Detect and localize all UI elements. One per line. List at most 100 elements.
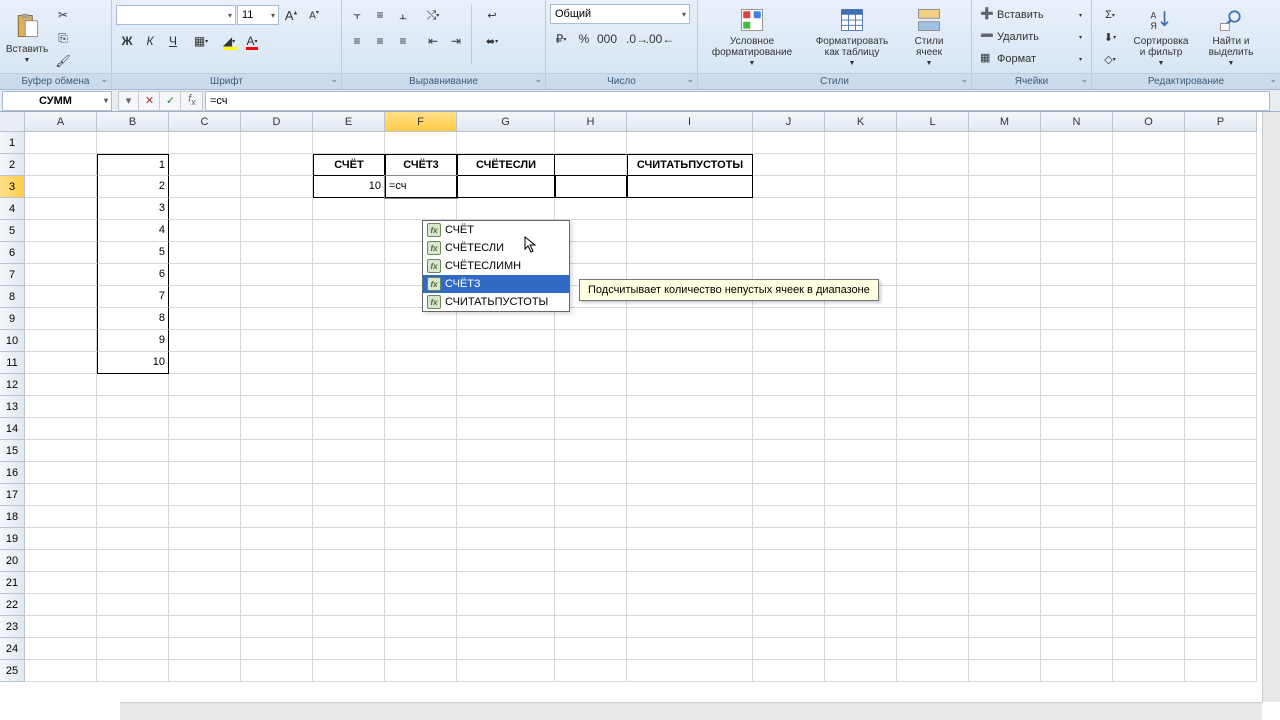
cell-P6[interactable] bbox=[1185, 242, 1257, 264]
cell-F17[interactable] bbox=[385, 484, 457, 506]
cell-M2[interactable] bbox=[969, 154, 1041, 176]
cell-D24[interactable] bbox=[241, 638, 313, 660]
cell-O13[interactable] bbox=[1113, 396, 1185, 418]
cell-L7[interactable] bbox=[897, 264, 969, 286]
cell-A15[interactable] bbox=[25, 440, 97, 462]
cell-J5[interactable] bbox=[753, 220, 825, 242]
cell-J24[interactable] bbox=[753, 638, 825, 660]
cell-P23[interactable] bbox=[1185, 616, 1257, 638]
cell-O10[interactable] bbox=[1113, 330, 1185, 352]
font-size-combo[interactable]: 11 bbox=[237, 5, 279, 25]
cell-B22[interactable] bbox=[97, 594, 169, 616]
cell-N23[interactable] bbox=[1041, 616, 1113, 638]
cell-H17[interactable] bbox=[555, 484, 627, 506]
cell-M3[interactable] bbox=[969, 176, 1041, 198]
autocomplete-item-СЧЁТ[interactable]: fxСЧЁТ bbox=[423, 221, 569, 239]
cell-E21[interactable] bbox=[313, 572, 385, 594]
cell-C18[interactable] bbox=[169, 506, 241, 528]
cell-P22[interactable] bbox=[1185, 594, 1257, 616]
cell-N18[interactable] bbox=[1041, 506, 1113, 528]
orientation-button[interactable]: ⤭▾ bbox=[422, 4, 444, 26]
decrease-decimal-button[interactable]: .00← bbox=[649, 28, 671, 50]
cell-C23[interactable] bbox=[169, 616, 241, 638]
cell-E15[interactable] bbox=[313, 440, 385, 462]
cell-M9[interactable] bbox=[969, 308, 1041, 330]
cell-L9[interactable] bbox=[897, 308, 969, 330]
cell-G24[interactable] bbox=[457, 638, 555, 660]
cell-E14[interactable] bbox=[313, 418, 385, 440]
bold-button[interactable]: Ж bbox=[116, 30, 138, 52]
cell-F12[interactable] bbox=[385, 374, 457, 396]
cell-D7[interactable] bbox=[241, 264, 313, 286]
cell-F18[interactable] bbox=[385, 506, 457, 528]
cell-J1[interactable] bbox=[753, 132, 825, 154]
cell-L14[interactable] bbox=[897, 418, 969, 440]
cell-D15[interactable] bbox=[241, 440, 313, 462]
cell-G25[interactable] bbox=[457, 660, 555, 682]
cell-H18[interactable] bbox=[555, 506, 627, 528]
cell-A1[interactable] bbox=[25, 132, 97, 154]
cell-A25[interactable] bbox=[25, 660, 97, 682]
row-header-18[interactable]: 18 bbox=[0, 506, 25, 528]
cell-C14[interactable] bbox=[169, 418, 241, 440]
cell-O20[interactable] bbox=[1113, 550, 1185, 572]
cell-N25[interactable] bbox=[1041, 660, 1113, 682]
cell-F10[interactable] bbox=[385, 330, 457, 352]
cell-G19[interactable] bbox=[457, 528, 555, 550]
cell-D16[interactable] bbox=[241, 462, 313, 484]
cell-E1[interactable] bbox=[313, 132, 385, 154]
cell-O11[interactable] bbox=[1113, 352, 1185, 374]
insert-cells-button[interactable]: ➕Вставить ▾ bbox=[976, 4, 1086, 26]
row-header-16[interactable]: 16 bbox=[0, 462, 25, 484]
delete-cells-button[interactable]: ➖Удалить ▾ bbox=[976, 26, 1086, 48]
cell-C9[interactable] bbox=[169, 308, 241, 330]
cell-L19[interactable] bbox=[897, 528, 969, 550]
cell-J12[interactable] bbox=[753, 374, 825, 396]
cell-C19[interactable] bbox=[169, 528, 241, 550]
cell-F19[interactable] bbox=[385, 528, 457, 550]
cell-B14[interactable] bbox=[97, 418, 169, 440]
cell-H1[interactable] bbox=[555, 132, 627, 154]
copy-button[interactable]: ⎘ bbox=[52, 27, 74, 49]
cell-K6[interactable] bbox=[825, 242, 897, 264]
row-header-22[interactable]: 22 bbox=[0, 594, 25, 616]
cell-C12[interactable] bbox=[169, 374, 241, 396]
dropdown-button[interactable]: ▾ bbox=[119, 91, 139, 111]
cell-L8[interactable] bbox=[897, 286, 969, 308]
cell-M23[interactable] bbox=[969, 616, 1041, 638]
font-color-button[interactable]: A▾ bbox=[241, 30, 263, 52]
cell-I20[interactable] bbox=[627, 550, 753, 572]
cell-P11[interactable] bbox=[1185, 352, 1257, 374]
horizontal-scrollbar[interactable] bbox=[120, 702, 1262, 720]
cell-K11[interactable] bbox=[825, 352, 897, 374]
cell-A2[interactable] bbox=[25, 154, 97, 176]
cell-O21[interactable] bbox=[1113, 572, 1185, 594]
cell-H22[interactable] bbox=[555, 594, 627, 616]
cell-H14[interactable] bbox=[555, 418, 627, 440]
cell-D2[interactable] bbox=[241, 154, 313, 176]
cell-H10[interactable] bbox=[555, 330, 627, 352]
autocomplete-item-СЧЁТЕСЛИ[interactable]: fxСЧЁТЕСЛИ bbox=[423, 239, 569, 257]
conditional-formatting-button[interactable]: Условное форматирование▼ bbox=[702, 4, 802, 70]
cell-J6[interactable] bbox=[753, 242, 825, 264]
cell-D19[interactable] bbox=[241, 528, 313, 550]
cell-C3[interactable] bbox=[169, 176, 241, 198]
cell-E18[interactable] bbox=[313, 506, 385, 528]
cell-I14[interactable] bbox=[627, 418, 753, 440]
number-format-combo[interactable]: Общий bbox=[550, 4, 690, 24]
cell-A19[interactable] bbox=[25, 528, 97, 550]
cell-B16[interactable] bbox=[97, 462, 169, 484]
cell-P15[interactable] bbox=[1185, 440, 1257, 462]
cell-E16[interactable] bbox=[313, 462, 385, 484]
cell-L5[interactable] bbox=[897, 220, 969, 242]
cell-I21[interactable] bbox=[627, 572, 753, 594]
cell-F21[interactable] bbox=[385, 572, 457, 594]
cell-K17[interactable] bbox=[825, 484, 897, 506]
cell-M6[interactable] bbox=[969, 242, 1041, 264]
select-all-corner[interactable] bbox=[0, 112, 25, 132]
cell-G21[interactable] bbox=[457, 572, 555, 594]
cell-D21[interactable] bbox=[241, 572, 313, 594]
cell-B8[interactable]: 7 bbox=[97, 286, 169, 308]
cell-J9[interactable] bbox=[753, 308, 825, 330]
cell-H21[interactable] bbox=[555, 572, 627, 594]
